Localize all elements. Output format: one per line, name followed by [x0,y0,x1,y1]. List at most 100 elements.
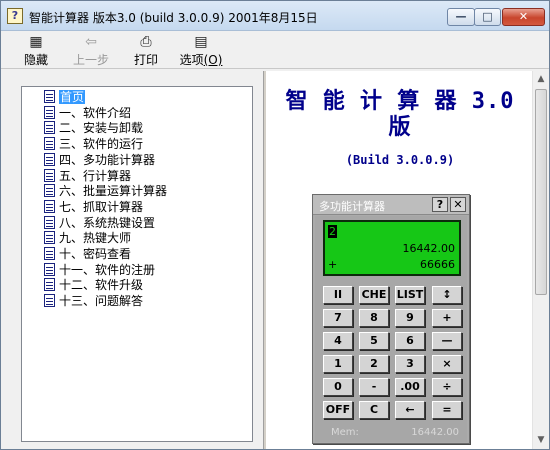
calc-key[interactable]: ÷ [432,378,462,396]
options-accelerator: (O) [203,53,223,67]
tree-item[interactable]: 十、密码查看 [44,246,131,262]
tree-item[interactable]: 五、行计算器 [44,168,131,184]
tree-item[interactable]: 二、安装与卸载 [44,120,143,136]
options-label: 选项(O) [177,51,225,68]
print-label: 打印 [133,53,158,67]
tree-item[interactable]: 三、软件的运行 [44,136,143,152]
scroll-up-icon[interactable]: ▲ [533,71,549,88]
scroll-thumb[interactable] [535,89,547,295]
tree-item-label: 九、热键大师 [59,231,132,246]
document-build: (Build 3.0.0.9) [345,153,455,167]
calculator-display: 2 16442.00 + 66666 [323,220,461,276]
tree-item-label: 一、软件介绍 [59,105,132,120]
vertical-scrollbar[interactable]: ▲ ▼ [532,71,549,449]
tree-item-label: 五、行计算器 [59,168,132,183]
tree-item-label: 十二、软件升级 [59,278,144,293]
tree-item[interactable]: 四、多功能计算器 [44,152,155,168]
tree-item-label: 六、批量运算计算器 [59,184,168,199]
calc-key[interactable]: CHE [359,286,389,304]
tree-item[interactable]: 十二、软件升级 [44,277,143,293]
back-arrow-icon: ⇦ [85,34,97,50]
tree-item[interactable]: 首页 [44,89,86,105]
hide-button[interactable]: ▦ 隐藏 [19,33,53,67]
page-icon [44,137,55,151]
calculator-title-bar: 多功能计算器 ? ✕ [313,195,469,215]
tree-item-label: 十三、问题解答 [59,294,144,309]
page-icon [44,121,55,135]
page-icon [44,294,55,308]
tree-item-label: 十、密码查看 [59,247,132,261]
back-label: 上一步 [72,53,109,67]
tree-item[interactable]: 七、抓取计算器 [44,199,143,215]
calc-key[interactable]: ← [395,401,425,419]
minimize-button[interactable]: — [447,8,475,26]
document-title: 智 能 计 算 器 3.0 版 [285,89,515,140]
page-icon [44,231,55,245]
calc-key[interactable]: 3 [395,355,425,373]
tree-item[interactable]: 一、软件介绍 [44,105,131,121]
display-value: 16442.00 [402,242,456,255]
calc-key[interactable]: 5 [359,332,389,350]
tree-item[interactable]: 十一、软件的注册 [44,262,155,278]
page-icon [44,247,55,260]
calculator-window: 多功能计算器 ? ✕ 2 16442.00 + 66666 Mem: 16442… [312,194,470,444]
calc-key[interactable]: LIST [395,286,425,304]
tree-item-label: 首页 [59,90,86,104]
page-icon [44,168,55,182]
tree-item[interactable]: 九、热键大师 [44,230,131,246]
page-icon [44,184,55,198]
calc-key[interactable]: OFF [323,401,353,419]
page-icon [44,199,55,213]
calc-key[interactable]: ↕ [432,286,462,304]
calc-key[interactable]: 7 [323,309,353,327]
calc-key[interactable]: 2 [359,355,389,373]
calc-key[interactable]: — [432,332,462,350]
calculator-body: 2 16442.00 + 66666 Mem: 16442.00 II CHE LI… [315,216,467,442]
memory-value: 16442.00 [411,427,459,438]
maximize-button[interactable]: □ [474,8,501,26]
calc-key[interactable]: 4 [323,332,353,350]
tree-item-label: 十一、软件的注册 [59,262,156,277]
topic-tree: 首页 一、软件介绍 二、安装与卸载 三、软件的运行 四、多功能计算器 五、行计算器 六、批量… [21,86,253,442]
page-icon [44,215,55,229]
scroll-down-icon[interactable]: ▼ [533,432,549,449]
calc-key[interactable]: - [359,378,389,396]
back-button[interactable]: ⇦ 上一步 [69,33,113,67]
calc-key[interactable]: 9 [395,309,425,327]
calc-key[interactable]: + [432,309,462,327]
page-icon [44,262,55,276]
tree-item-label: 二、安装与卸载 [59,121,144,136]
calc-key[interactable]: 8 [359,309,389,327]
hide-panel-icon: ▦ [29,34,43,50]
tree-item-label: 七、抓取计算器 [59,199,144,214]
tree-item-label: 八、系统热键设置 [59,215,156,230]
tree-item[interactable]: 六、批量运算计算器 [44,183,167,199]
tree-item-label: 四、多功能计算器 [59,152,156,167]
display-entry: 2 [328,225,337,238]
calc-key[interactable]: 6 [395,332,425,350]
window-title: 智能计算器 版本3.0 (build 3.0.0.9) 2001年8月15日 [29,11,318,25]
close-button[interactable]: ✕ [502,8,545,26]
page-icon [44,152,55,166]
memory-status: Mem: 16442.00 [321,426,465,440]
calc-key[interactable]: II [323,286,353,304]
page-icon [44,90,55,103]
calc-key[interactable]: = [432,401,462,419]
calculator-close-button[interactable]: ✕ [450,197,466,212]
app-help-icon: ? [7,8,23,24]
calc-key[interactable]: × [432,355,462,373]
calculator-help-button[interactable]: ? [432,197,448,212]
main-window: ? 智能计算器 版本3.0 (build 3.0.0.9) 2001年8月15日… [0,0,550,450]
calc-key[interactable]: C [359,401,389,419]
options-icon: ▤ [194,34,208,50]
calc-key[interactable]: 0 [323,378,353,396]
print-button[interactable]: ⎙ 打印 [129,33,163,67]
calculator-title: 多功能计算器 [319,200,385,213]
tree-item[interactable]: 八、系统热键设置 [44,215,155,231]
tree-item[interactable]: 十三、问题解答 [44,293,143,309]
options-button[interactable]: ▤ 选项(O) [177,33,225,67]
calc-key[interactable]: 1 [323,355,353,373]
tree-item-label: 三、软件的运行 [59,137,144,152]
options-label-text: 选项 [179,53,204,67]
calc-key[interactable]: .00 [395,378,425,396]
